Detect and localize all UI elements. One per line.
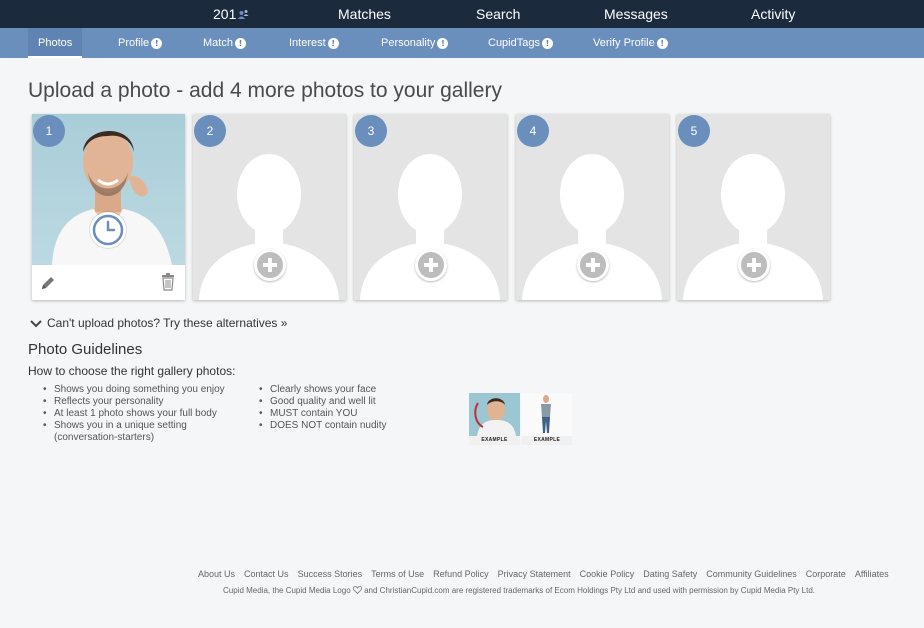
footer-link-community-guidelines[interactable]: Community Guidelines [706,569,797,579]
add-photo-icon[interactable] [415,249,447,281]
tile-number: 2 [194,115,226,147]
example-photo-face: EXAMPLE [469,393,520,445]
footer-legal: Cupid Media, the Cupid Media Logo and Ch… [223,586,815,596]
nav-matches[interactable]: Matches [338,0,391,28]
list-item: At least 1 photo shows your full body [40,408,225,420]
top-nav: 201 Matches Search Messages Activity [0,0,924,28]
sub-nav: Photos Profile! Match! Interest! Persona… [0,28,924,58]
footer-link-corporate[interactable]: Corporate [806,569,846,579]
trash-icon[interactable] [161,273,175,296]
tab-personality[interactable]: Personality! [381,28,449,58]
photo-tile-3[interactable]: 3 [354,114,507,300]
tab-profile[interactable]: Profile! [118,28,163,58]
alternatives-link-label: Can't upload photos? Try these alternati… [47,316,288,330]
tile-number: 5 [678,115,710,147]
tab-photos-label: Photos [38,37,73,49]
guidelines-list-right: Clearly shows your face Good quality and… [256,384,387,432]
footer-link-cookie-policy[interactable]: Cookie Policy [580,569,635,579]
page-title: Upload a photo - add 4 more photos to yo… [28,79,502,102]
footer-link-terms-of-use[interactable]: Terms of Use [371,569,424,579]
footer-link-refund-policy[interactable]: Refund Policy [433,569,489,579]
example-label: EXAMPLE [522,436,572,445]
add-photo-icon[interactable] [577,249,609,281]
info-icon: ! [541,37,553,49]
nav-activity[interactable]: Activity [751,0,795,28]
list-item: Good quality and well lit [256,396,387,408]
footer-link-about-us[interactable]: About Us [198,569,235,579]
tab-match-label: Match [203,37,233,49]
tab-cupidtags[interactable]: CupidTags! [488,28,553,58]
tab-match[interactable]: Match! [203,28,246,58]
add-photo-icon[interactable] [254,249,286,281]
clock-icon [90,212,126,248]
heart-icon [352,586,362,596]
nav-messages[interactable]: Messages [604,0,668,28]
photo-tile-4[interactable]: 4 [516,114,669,300]
alternatives-link[interactable]: Can't upload photos? Try these alternati… [30,316,287,331]
tab-cupidtags-label: CupidTags [488,37,540,49]
list-item: Reflects your personality [40,396,225,408]
photo-tile-1[interactable]: 1 [32,114,185,300]
footer-link-privacy-statement[interactable]: Privacy Statement [498,569,571,579]
info-icon: ! [327,37,339,49]
footer-link-success-stories[interactable]: Success Stories [298,569,363,579]
list-item: Shows you in a unique setting [40,420,225,432]
info-icon: ! [656,37,668,49]
example-photo-fullbody: EXAMPLE [522,393,572,445]
tile-number: 4 [517,115,549,147]
info-icon: ! [234,37,246,49]
tab-verify-profile[interactable]: Verify Profile! [593,28,668,58]
tile-number: 1 [33,115,65,147]
footer-links: About Us Contact Us Success Stories Terms o… [198,569,898,579]
nav-search[interactable]: Search [476,0,520,28]
footer-link-contact-us[interactable]: Contact Us [244,569,289,579]
edit-icon[interactable] [40,275,56,296]
guidelines-subtitle: How to choose the right gallery photos: [28,364,236,378]
footer-link-affiliates[interactable]: Affiliates [855,569,889,579]
info-icon: ! [151,37,163,49]
tab-verify-profile-label: Verify Profile [593,37,655,49]
list-item: Clearly shows your face [256,384,387,396]
legal-text-pre: Cupid Media, the Cupid Media Logo [223,586,351,596]
tab-profile-label: Profile [118,37,150,49]
photo-tile-2[interactable]: 2 [193,114,346,300]
info-icon: ! [437,37,449,49]
add-photo-icon[interactable] [738,249,770,281]
tile-footer [32,265,185,300]
tab-interest[interactable]: Interest! [289,28,339,58]
example-label: EXAMPLE [469,436,520,445]
list-item: DOES NOT contain nudity [256,420,387,432]
list-item: Shows you doing something you enjoy [40,384,225,396]
guidelines-list-left: Shows you doing something you enjoy Refl… [40,384,225,444]
chevron-down-icon [30,317,42,331]
tile-number: 3 [355,115,387,147]
footer-link-dating-safety[interactable]: Dating Safety [643,569,697,579]
guidelines-title: Photo Guidelines [28,341,143,358]
matches-count-icon [238,1,249,29]
list-item: MUST contain YOU [256,408,387,420]
tab-personality-label: Personality [381,37,436,49]
nav-count[interactable]: 201 [213,0,249,28]
photo-tile-5[interactable]: 5 [677,114,830,300]
tab-interest-label: Interest [289,37,326,49]
tab-photos[interactable]: Photos [28,28,83,58]
nav-count-label: 201 [213,6,237,22]
list-item-continuation: (conversation-starters) [54,432,155,443]
legal-text-post: and ChristianCupid.com are registered tr… [364,586,815,596]
